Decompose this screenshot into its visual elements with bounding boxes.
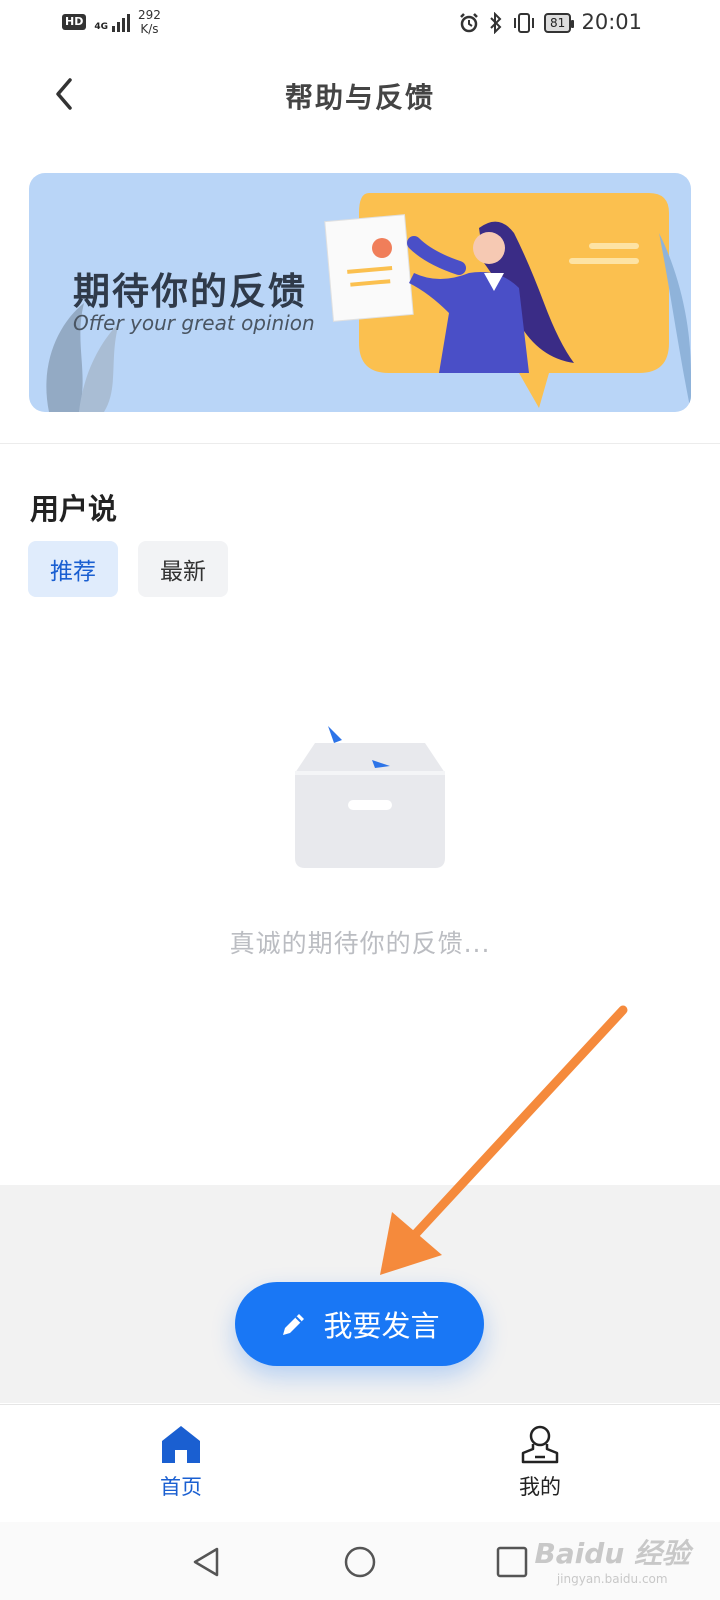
nav-item-home[interactable]: 首页 — [121, 1423, 241, 1501]
status-bar: HD 4G 292 K/s 81 20:01 — [0, 0, 720, 50]
signal-strength-icon: 4G — [94, 12, 130, 32]
hd-badge: HD — [62, 14, 87, 30]
watermark-sub: jingyan.baidu.com — [556, 1572, 668, 1586]
tab-recommend[interactable]: 推荐 — [28, 541, 118, 597]
annotation-arrow-icon — [380, 1005, 628, 1275]
nav-label-home: 首页 — [160, 1475, 202, 1499]
pencil-icon — [283, 1314, 305, 1335]
clock: 20:01 — [581, 10, 642, 34]
feedback-banner[interactable]: 期待你的反馈 Offer your great opinion — [29, 173, 691, 412]
post-feedback-button[interactable]: 我要发言 — [235, 1282, 484, 1366]
system-navigation-bar: Baidu 经验 jingyan.baidu.com — [0, 1522, 720, 1600]
watermark-main: Baidu 经验 — [534, 1537, 690, 1570]
bluetooth-icon — [490, 12, 502, 34]
circle-home-icon — [344, 1546, 376, 1578]
empty-state-text: 真诚的期待你的反馈... — [229, 929, 491, 958]
page-title: 帮助与反馈 — [284, 81, 435, 114]
network-speed-unit: K/s — [140, 22, 159, 36]
system-back-button[interactable] — [186, 1542, 226, 1582]
bottom-nav: 首页 我的 — [0, 1404, 720, 1523]
banner-title: 期待你的反馈 — [73, 270, 307, 313]
system-recents-button[interactable] — [492, 1542, 532, 1582]
battery-indicator: 81 — [544, 13, 575, 33]
network-speed: 292 K/s — [138, 8, 161, 36]
alarm-icon — [460, 13, 478, 33]
network-type-label: 4G — [94, 22, 108, 32]
square-recents-icon — [496, 1546, 528, 1578]
section-title: 用户说 — [30, 492, 118, 526]
triangle-back-icon — [193, 1547, 219, 1577]
nav-item-mine[interactable]: 我的 — [480, 1423, 600, 1501]
network-speed-value: 292 — [138, 8, 161, 22]
status-left: HD 4G 292 K/s — [62, 8, 161, 36]
system-home-button[interactable] — [340, 1542, 380, 1582]
header: 帮助与反馈 — [0, 60, 720, 130]
watermark: Baidu 经验 jingyan.baidu.com — [534, 1532, 690, 1586]
divider — [0, 443, 720, 444]
status-icons: 81 — [458, 12, 575, 34]
tab-latest[interactable]: 最新 — [138, 541, 228, 597]
user-icon — [521, 1425, 559, 1464]
banner-subtitle: Offer your great opinion — [73, 311, 315, 335]
home-icon — [162, 1426, 200, 1463]
vibrate-icon — [514, 13, 534, 33]
nav-label-mine: 我的 — [519, 1475, 561, 1499]
post-button-label: 我要发言 — [323, 1309, 440, 1343]
empty-box-icon — [295, 726, 445, 868]
